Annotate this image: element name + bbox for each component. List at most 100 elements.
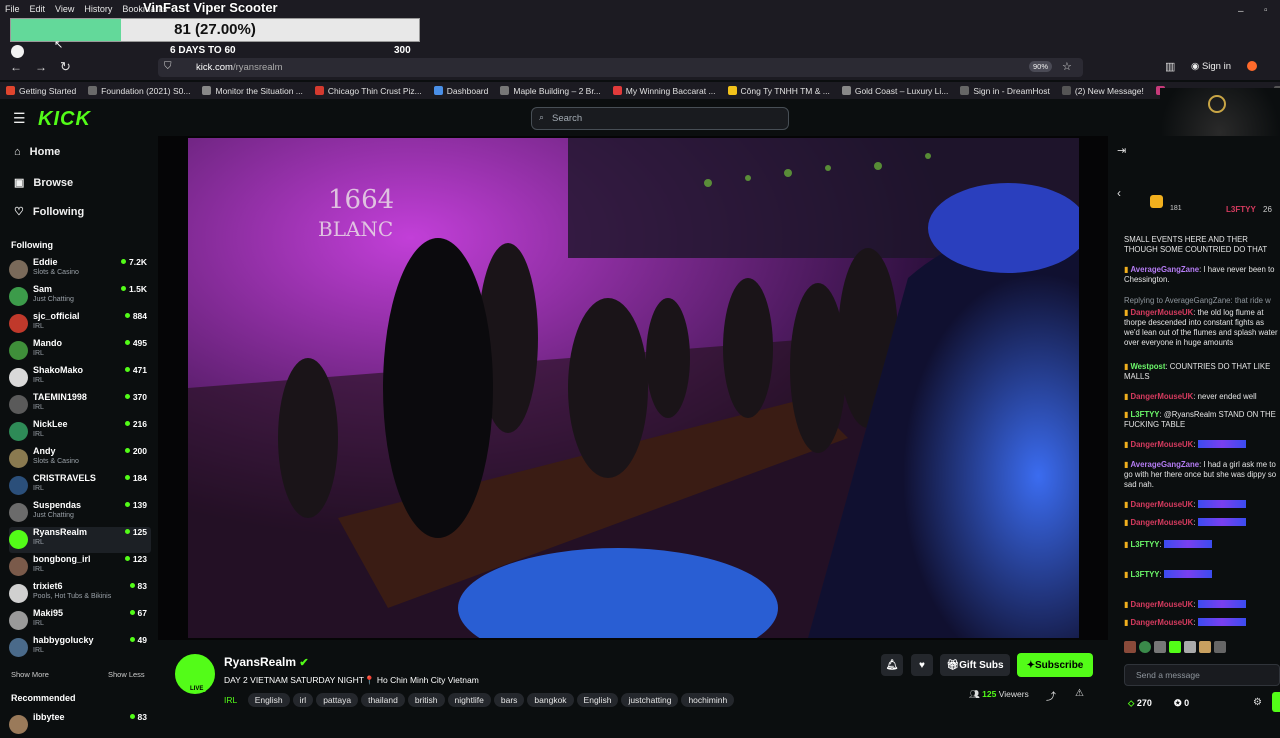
chat-username[interactable]: DangerMouseUK <box>1130 308 1193 317</box>
sidebar-channel-bongbong_irl[interactable]: bongbong_irl IRL 123 <box>9 554 151 580</box>
show-less-button[interactable]: Show Less <box>108 670 145 679</box>
send-button[interactable] <box>1272 692 1280 712</box>
chat-username[interactable]: AverageGangZane <box>1130 460 1199 469</box>
url-bar[interactable]: ⛉ kick.com/ryansrealm 90% ☆ <box>158 58 1083 77</box>
tag-chip[interactable]: English <box>247 693 290 707</box>
chat-username[interactable]: DangerMouseUK <box>1130 518 1193 527</box>
tag-chip[interactable]: irl <box>292 693 314 707</box>
emote-icon[interactable] <box>1154 641 1166 653</box>
sidebar-channel-trixiet6[interactable]: trixiet6 Pools, Hot Tubs & Bikinis 83 <box>9 581 151 607</box>
sidebar-channel-andy[interactable]: Andy Slots & Casino 200 <box>9 446 151 472</box>
sidebar-channel-suspendas[interactable]: Suspendas Just Chatting 139 <box>9 500 151 526</box>
points-balance[interactable]: ⬦ 270 <box>1128 698 1152 709</box>
sidebar-channel-eddie[interactable]: Eddie Slots & Casino 7.2K <box>9 257 151 283</box>
chat-username[interactable]: DangerMouseUK <box>1130 440 1193 449</box>
sidebar-channel-shakomako[interactable]: ShakoMako IRL 471 <box>9 365 151 391</box>
report-icon[interactable]: ⚠ <box>1075 688 1084 699</box>
emote-icon[interactable] <box>1139 641 1151 653</box>
bookmark-favicon-icon <box>314 86 324 95</box>
chat-username[interactable]: DangerMouseUK <box>1130 500 1193 509</box>
extension-icon[interactable] <box>1247 61 1257 71</box>
show-more-button[interactable]: Show More <box>11 670 49 679</box>
bookmark-item[interactable]: (2) New Message! <box>1056 82 1150 99</box>
emote-icon <box>1197 500 1246 508</box>
bookmark-item[interactable]: Monitor the Situation ... <box>196 82 308 99</box>
sidebar-channel-nicklee[interactable]: NickLee IRL 216 <box>9 419 151 445</box>
tag-chip[interactable]: pattaya <box>316 693 359 707</box>
search-input[interactable]: ⌕ Search <box>531 107 789 130</box>
stream-info: LIVE RyansRealm ✔ DAY 2 VIETNAM SATURDAY… <box>158 640 1108 720</box>
reload-icon[interactable]: ↻ <box>60 59 71 75</box>
chat-username[interactable]: DangerMouseUK <box>1130 600 1193 609</box>
collapse-chat-icon[interactable]: ⇥ <box>1117 144 1126 157</box>
zoom-level[interactable]: 90% <box>1029 61 1053 72</box>
bookmark-item[interactable]: Gold Coast – Luxury Li... <box>836 82 955 99</box>
bookmark-item[interactable]: Chicago Thin Crust Piz... <box>309 82 428 99</box>
nav-following[interactable]: ♡ Following <box>14 205 84 219</box>
sign-in-button[interactable]: ◉ Sign in <box>1191 61 1231 72</box>
video-frame[interactable]: 1664 BLANC <box>188 138 1079 638</box>
bookmark-item[interactable]: Foundation (2021) S0... <box>82 82 196 99</box>
chat-username[interactable]: L3FTYY <box>1130 540 1159 549</box>
emote-icon[interactable] <box>1124 641 1136 653</box>
tag-chip[interactable]: british <box>407 693 445 707</box>
subscribe-button[interactable]: ✦ Subscribe <box>1017 653 1093 677</box>
follow-heart-button[interactable]: ♥ <box>911 654 933 676</box>
sidebar-channel-habbygolucky[interactable]: habbygolucky IRL 49 <box>9 635 151 661</box>
menu-icon[interactable]: ☰ <box>13 110 26 127</box>
gear-icon[interactable]: ⚙ <box>1253 697 1262 708</box>
nav-browse[interactable]: ▣ Browse <box>14 176 73 190</box>
chat-username[interactable]: L3FTYY <box>1130 410 1159 419</box>
sidebar-channel-taemin1998[interactable]: TAEMIN1998 IRL 370 <box>9 392 151 418</box>
sidebar-toggle-icon[interactable]: ▥ <box>1165 60 1175 73</box>
tag-chip[interactable]: hochiminh <box>681 693 735 707</box>
bookmark-item[interactable]: Công Ty TNHH TM & ... <box>722 82 836 99</box>
forward-icon[interactable]: → <box>35 60 47 74</box>
gift-subs-button[interactable]: 🎁︎ Gift Subs <box>940 654 1010 676</box>
shield-icon[interactable]: ⛉ <box>164 61 172 72</box>
sidebar-channel-maki95[interactable]: Maki95 IRL 67 <box>9 608 151 634</box>
bell-icon[interactable]: 🔔︎ <box>881 654 903 676</box>
chat-username[interactable]: Westpost <box>1130 362 1165 371</box>
back-icon[interactable]: ← <box>10 60 22 74</box>
bookmark-item[interactable]: My Winning Baccarat ... <box>607 82 722 99</box>
bookmark-favicon-icon <box>960 86 970 95</box>
chevron-left-icon[interactable]: ‹ <box>1117 186 1121 200</box>
channel-name[interactable]: RyansRealm ✔ <box>224 655 309 669</box>
nav-home[interactable]: ⌂ Home <box>14 146 60 158</box>
sidebar-channel-ryansrealm[interactable]: RyansRealm IRL 125 <box>9 527 151 553</box>
tag-chip[interactable]: English <box>576 693 619 707</box>
tag-chip[interactable]: justchatting <box>621 693 679 707</box>
emote-icon[interactable] <box>1199 641 1211 653</box>
channel-name: sjc_official <box>33 311 80 321</box>
kick-logo[interactable]: KICK <box>38 108 91 131</box>
chat-username[interactable]: DangerMouseUK <box>1130 392 1193 401</box>
recommended-channel[interactable]: ibbytee 83 <box>9 712 151 738</box>
sidebar-channel-cristravels[interactable]: CRISTRAVELS IRL 184 <box>9 473 151 499</box>
star-icon[interactable]: ☆ <box>1062 60 1072 73</box>
tab-favicon[interactable] <box>11 45 24 58</box>
chat-username[interactable]: DangerMouseUK <box>1130 618 1193 627</box>
url-text[interactable]: kick.com/ryansrealm <box>196 62 283 73</box>
category-link[interactable]: IRL <box>224 695 237 705</box>
minimize-icon[interactable]: – <box>1238 6 1244 17</box>
tag-chip[interactable]: thailand <box>361 693 405 707</box>
bookmark-item[interactable]: Getting Started <box>0 82 82 99</box>
bookmark-item[interactable]: Sign in - DreamHost <box>954 82 1056 99</box>
share-icon[interactable]: ⤴ <box>1046 688 1056 703</box>
tag-chip[interactable]: nightlife <box>447 693 491 707</box>
emote-icon[interactable] <box>1214 641 1226 653</box>
chat-input[interactable]: Send a message <box>1124 664 1280 686</box>
tag-chip[interactable]: bangkok <box>527 693 574 707</box>
tag-chip[interactable]: bars <box>493 693 525 707</box>
sidebar-channel-sam[interactable]: Sam Just Chatting 1.5K <box>9 284 151 310</box>
bookmark-item[interactable]: Maple Building – 2 Br... <box>494 82 606 99</box>
emote-icon[interactable] <box>1184 641 1196 653</box>
chat-username[interactable]: AverageGangZane <box>1130 265 1199 274</box>
chat-username[interactable]: L3FTYY <box>1130 570 1159 579</box>
emote-icon[interactable] <box>1169 641 1181 653</box>
sidebar-channel-mando[interactable]: Mando IRL 495 <box>9 338 151 364</box>
maximize-icon[interactable]: ▫ <box>1264 5 1268 16</box>
sidebar-channel-sjc_official[interactable]: sjc_official IRL 884 <box>9 311 151 337</box>
bookmark-item[interactable]: Dashboard <box>428 82 495 99</box>
